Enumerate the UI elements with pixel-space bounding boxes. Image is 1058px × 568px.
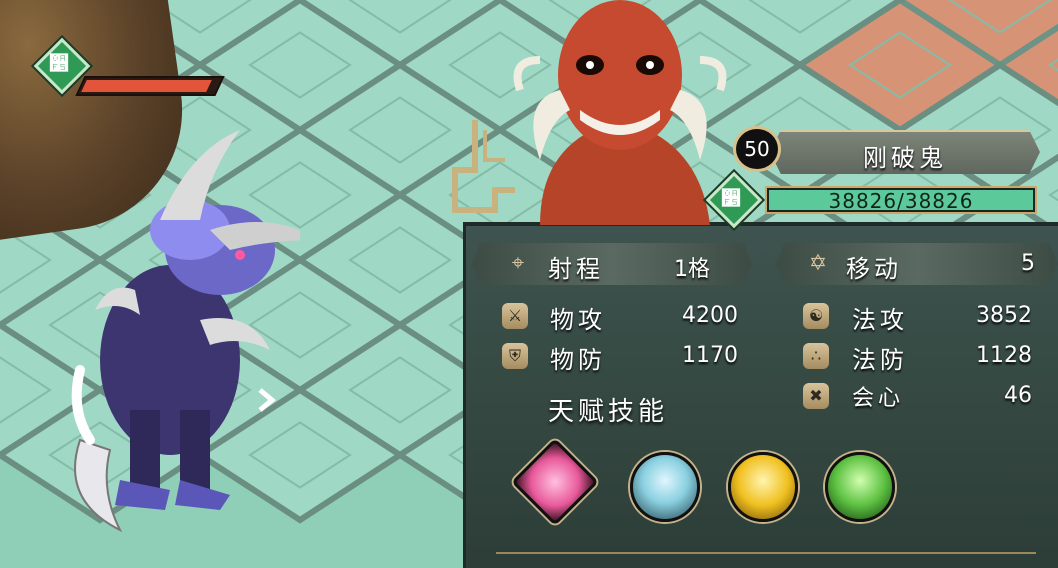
talent-skills-title: 天赋技能 [548, 397, 669, 427]
phys-def-label: 物防 [550, 346, 606, 374]
mag-atk-label: 法攻 [852, 306, 908, 334]
shield-icon: ⛨ [502, 343, 528, 369]
sword-icon: ⚔ [502, 303, 528, 329]
green-storm-skill-icon[interactable] [825, 452, 895, 522]
target-icon: ⌖ [511, 251, 525, 276]
crit-value: 46 [1004, 383, 1032, 408]
orbs-icon: ∴ [803, 343, 829, 369]
ice-wave-skill-icon[interactable] [630, 452, 700, 522]
enemy-hp-bar [75, 76, 225, 96]
boot-icon: ✡ [808, 251, 828, 276]
unit-portrait [513, 0, 727, 225]
spiral-icon: ૵ [721, 186, 741, 210]
crit-icon: ✖ [803, 383, 829, 409]
range-label: 射程 [548, 255, 604, 283]
hp-text: 38826/38826 [828, 189, 974, 213]
range-value: 1格 [674, 257, 710, 282]
game-screen: ૵ [0, 0, 1058, 568]
level-badge: 50 [733, 126, 781, 172]
phys-atk-value: 4200 [682, 303, 738, 328]
mag-def-label: 法防 [852, 346, 908, 374]
yin-yang-icon: ☯ [803, 303, 829, 329]
demon-unit[interactable] [40, 110, 300, 540]
move-label: 移动 [846, 255, 902, 283]
phys-atk-label: 物攻 [550, 306, 606, 334]
gold-crescent-skill-icon[interactable] [728, 452, 798, 522]
hp-bar: 38826/38826 [765, 186, 1037, 214]
enemy-hp-fill [81, 80, 213, 92]
unit-name: 刚破鬼 [863, 144, 947, 172]
crit-label: 会心 [852, 386, 905, 411]
panel-divider [496, 552, 1036, 554]
move-value: 5 [1021, 251, 1035, 276]
phys-def-value: 1170 [682, 343, 738, 368]
mag-def-value: 1128 [976, 343, 1032, 368]
spiral-icon: ૵ [49, 51, 69, 75]
mag-atk-value: 3852 [976, 303, 1032, 328]
name-banner: 刚破鬼 [770, 130, 1040, 174]
